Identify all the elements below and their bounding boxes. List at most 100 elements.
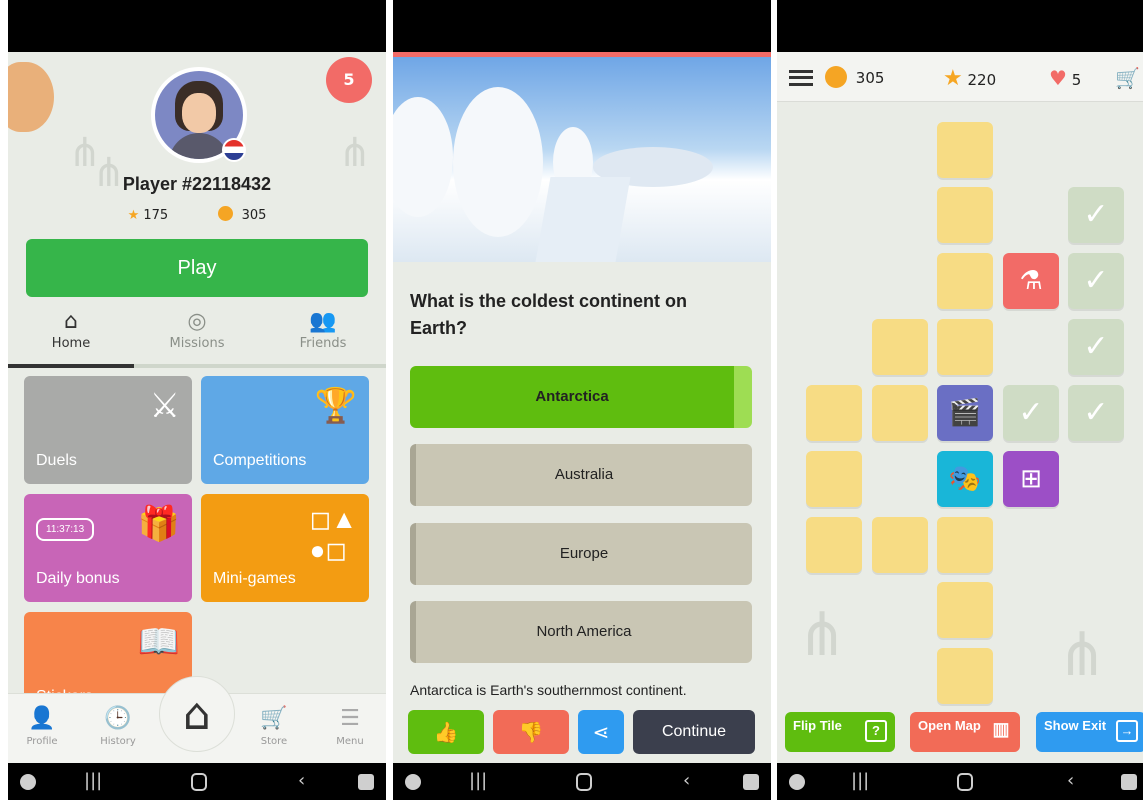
map-tile[interactable] bbox=[937, 319, 993, 375]
question-icon: ? bbox=[865, 720, 887, 742]
map-tile[interactable] bbox=[937, 648, 993, 704]
tab-home[interactable]: ⌂ Home bbox=[8, 308, 134, 351]
assistant-icon[interactable] bbox=[20, 774, 36, 790]
grid-icon: ⊞ bbox=[1020, 464, 1042, 494]
tile-label: Duels bbox=[36, 452, 77, 469]
answer-option[interactable]: North America bbox=[410, 601, 752, 663]
home-button[interactable]: ⌂ bbox=[159, 676, 235, 752]
map-tile[interactable] bbox=[872, 385, 928, 441]
nav-profile[interactable]: 👤 Profile bbox=[12, 706, 72, 747]
tile-label: Mini-games bbox=[213, 570, 296, 587]
map-tile[interactable] bbox=[937, 187, 993, 243]
map-tile[interactable] bbox=[937, 517, 993, 573]
button-label: Show Exit bbox=[1044, 718, 1107, 733]
status-bar bbox=[393, 0, 771, 52]
completed-tile: ✓ bbox=[1068, 253, 1124, 309]
play-button[interactable]: Play bbox=[26, 239, 368, 297]
answer-option[interactable]: Australia bbox=[410, 444, 752, 506]
check-icon: ✓ bbox=[1083, 263, 1109, 298]
system-home-icon[interactable] bbox=[191, 773, 207, 791]
explanation-text: Antarctica is Earth's southernmost conti… bbox=[410, 682, 687, 698]
system-nav-bar: ||| ‹ bbox=[393, 763, 771, 800]
trophy-icon: 🏆 bbox=[314, 387, 357, 425]
menu-icon: ☰ bbox=[340, 706, 360, 731]
nav-label: Profile bbox=[26, 736, 58, 747]
back-icon[interactable]: ‹ bbox=[1067, 771, 1074, 791]
map-tile[interactable] bbox=[872, 517, 928, 573]
quiz-screen: What is the coldest continent on Earth? … bbox=[393, 0, 771, 800]
mini-games-tile[interactable]: ◻▲ ●◻ Mini-games bbox=[201, 494, 369, 602]
competitions-tile[interactable]: 🏆 Competitions bbox=[201, 376, 369, 484]
show-exit-button[interactable]: Show Exit → bbox=[1036, 712, 1143, 752]
tab-friends[interactable]: 👥 Friends bbox=[260, 308, 386, 351]
recents-icon[interactable]: ||| bbox=[851, 771, 869, 791]
profile-icon: 👤 bbox=[28, 706, 56, 731]
stars-count: 220 bbox=[967, 71, 997, 89]
continue-button[interactable]: Continue bbox=[633, 710, 755, 754]
system-home-icon[interactable] bbox=[957, 773, 973, 791]
coins-count: 305 bbox=[855, 69, 885, 87]
mini-game-tile[interactable]: ⊞ bbox=[1003, 451, 1059, 507]
theater-category-tile[interactable]: 🎭 bbox=[937, 451, 993, 507]
movie-category-tile[interactable]: 🎬 bbox=[937, 385, 993, 441]
science-category-tile[interactable]: ⚗ bbox=[1003, 253, 1059, 309]
cactus-decoration: ⋔ bbox=[1057, 620, 1108, 690]
system-home-icon[interactable] bbox=[576, 773, 592, 791]
like-button[interactable]: 👍 bbox=[408, 710, 484, 754]
duels-tile[interactable]: ⚔ Duels bbox=[24, 376, 192, 484]
nav-history[interactable]: 🕒 History bbox=[88, 706, 148, 747]
star-icon: ★ bbox=[127, 208, 140, 223]
clock-icon: 🕒 bbox=[104, 706, 132, 731]
question-text: What is the coldest continent on Earth? bbox=[410, 291, 688, 338]
map-tile[interactable] bbox=[806, 451, 862, 507]
gift-icon: 🎁 bbox=[137, 505, 180, 543]
theater-masks-icon: 🎭 bbox=[948, 464, 982, 494]
cart-icon: 🛒 bbox=[260, 706, 288, 731]
hearts-count: 5 bbox=[343, 70, 355, 89]
flip-tile-button[interactable]: Flip Tile ? bbox=[785, 712, 895, 752]
share-icon: ⋖ bbox=[592, 720, 610, 744]
croatia-flag-icon bbox=[222, 138, 246, 162]
map-tile[interactable] bbox=[937, 253, 993, 309]
answer-option[interactable]: Europe bbox=[410, 523, 752, 585]
completed-tile: ✓ bbox=[1003, 385, 1059, 441]
nav-label: Menu bbox=[336, 736, 364, 747]
system-nav-bar: ||| ‹ bbox=[777, 763, 1143, 800]
accessibility-icon[interactable] bbox=[743, 774, 759, 790]
map-tile[interactable] bbox=[937, 122, 993, 178]
back-icon[interactable]: ‹ bbox=[298, 771, 305, 791]
map-tile[interactable] bbox=[872, 319, 928, 375]
assistant-icon[interactable] bbox=[789, 774, 805, 790]
recents-icon[interactable]: ||| bbox=[469, 771, 487, 791]
dislike-button[interactable]: 👎 bbox=[493, 710, 569, 754]
map-tile[interactable] bbox=[937, 582, 993, 638]
accessibility-icon[interactable] bbox=[1121, 774, 1137, 790]
check-icon: ✓ bbox=[1018, 395, 1044, 430]
accessibility-icon[interactable] bbox=[358, 774, 374, 790]
cart-icon[interactable]: 🛒 bbox=[1115, 66, 1140, 90]
home-screen: ⋔ ⋔ ⋔ 5 Player #22118432 ★ 175 305 Play … bbox=[8, 0, 386, 800]
recents-icon[interactable]: ||| bbox=[84, 771, 102, 791]
completed-tile: ✓ bbox=[1068, 187, 1124, 243]
cat-mascot bbox=[8, 62, 54, 132]
nav-menu[interactable]: ☰ Menu bbox=[320, 706, 380, 747]
assistant-icon[interactable] bbox=[405, 774, 421, 790]
nav-store[interactable]: 🛒 Store bbox=[244, 706, 304, 747]
daily-bonus-tile[interactable]: 11:37:13 🎁 Daily bonus bbox=[24, 494, 192, 602]
menu-icon[interactable] bbox=[789, 70, 813, 86]
clapperboard-icon: 🎬 bbox=[948, 398, 982, 428]
nav-label: Store bbox=[260, 736, 288, 747]
tab-underline bbox=[8, 364, 386, 368]
hearts-badge[interactable]: 5 bbox=[326, 57, 372, 103]
answer-option[interactable]: Antarctica bbox=[410, 366, 752, 428]
button-label: Flip Tile bbox=[793, 718, 842, 733]
tab-missions[interactable]: ◎ Missions bbox=[134, 308, 260, 351]
status-bar bbox=[8, 0, 386, 52]
share-button[interactable]: ⋖ bbox=[578, 710, 624, 754]
map-tile[interactable] bbox=[806, 385, 862, 441]
album-icon: 📖 bbox=[137, 623, 180, 661]
map-tile[interactable] bbox=[806, 517, 862, 573]
open-map-button[interactable]: Open Map ▥ bbox=[910, 712, 1020, 752]
back-icon[interactable]: ‹ bbox=[683, 771, 690, 791]
flask-icon: ⚗ bbox=[1019, 266, 1043, 296]
